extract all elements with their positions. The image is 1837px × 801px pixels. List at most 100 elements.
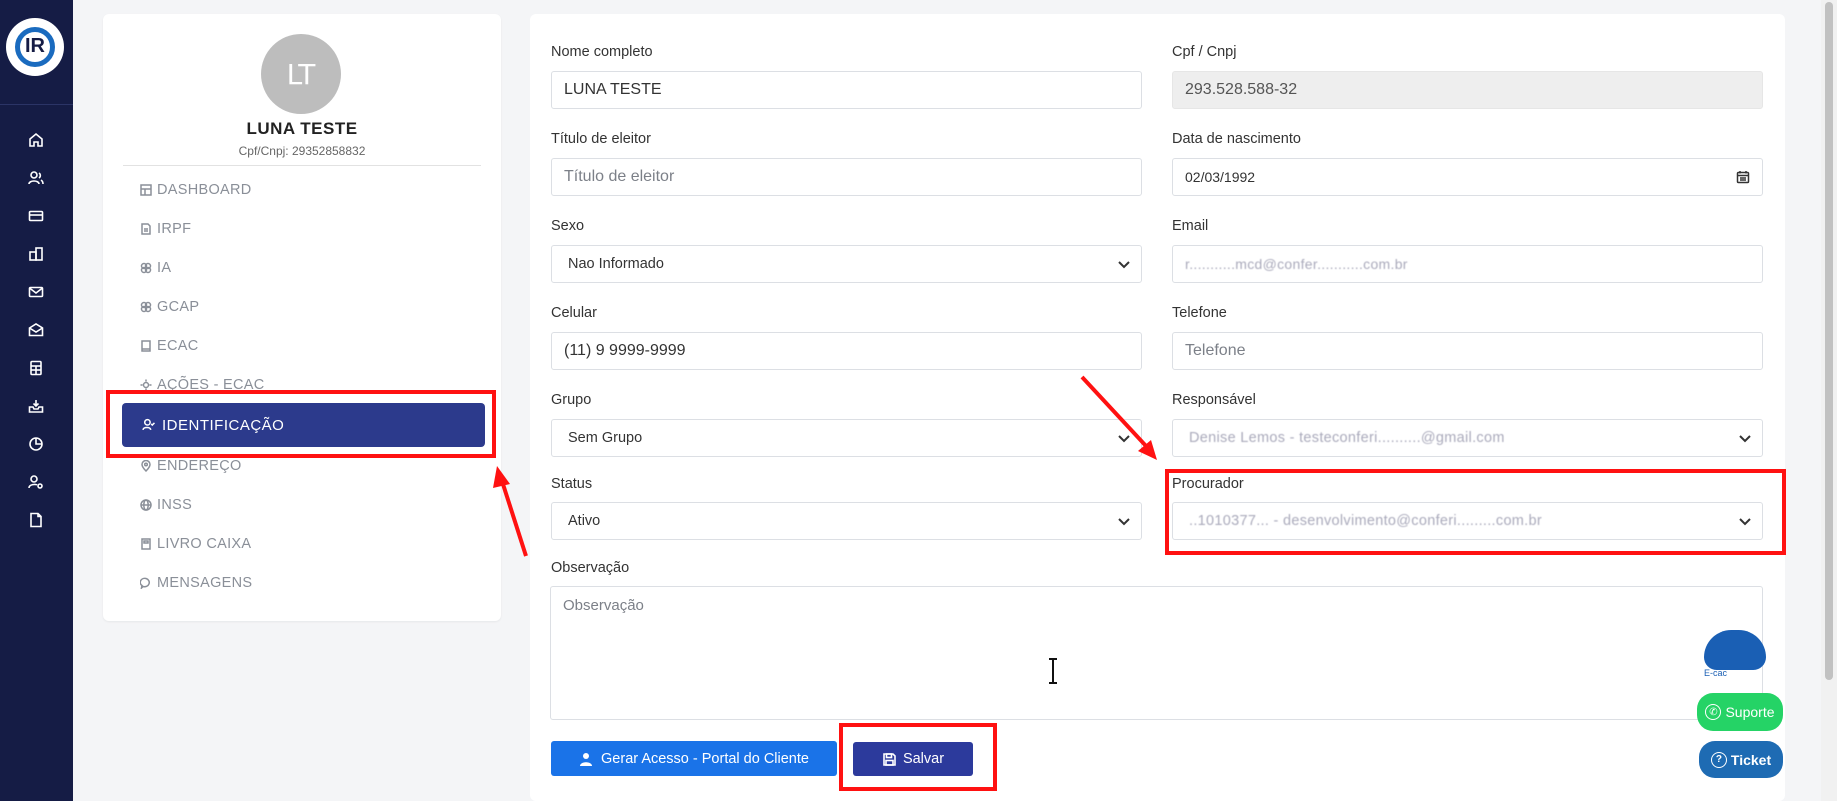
- nome-input[interactable]: LUNA TESTE: [551, 71, 1142, 109]
- cpf-value: 293.528.588-32: [1185, 81, 1298, 98]
- user-settings-icon[interactable]: [25, 472, 47, 492]
- cpf-input: 293.528.588-32: [1172, 71, 1763, 109]
- map-pin-icon: [140, 460, 152, 472]
- sexo-select[interactable]: Nao Informado: [551, 245, 1142, 283]
- highlight-identificacao: [106, 390, 496, 458]
- status-label: Status: [551, 476, 593, 492]
- calendar-icon[interactable]: [1736, 170, 1750, 184]
- card-icon[interactable]: [25, 206, 47, 226]
- ledger-icon: [140, 538, 152, 550]
- telefone-label: Telefone: [1172, 305, 1227, 321]
- mail-icon[interactable]: [25, 282, 47, 302]
- responsavel-value: Denise Lemos - testeconferi..........@gm…: [1189, 430, 1505, 446]
- celular-value: (11) 9 9999-9999: [564, 342, 686, 359]
- arrow-to-identificacao: [500, 480, 528, 557]
- cloud-sync-icon: [1704, 630, 1766, 670]
- observacao-placeholder: Observação: [563, 597, 644, 614]
- cpf-label: Cpf / Cnpj: [1172, 44, 1237, 60]
- spreadsheet-icon[interactable]: [25, 358, 47, 378]
- nascimento-value: 02/03/1992: [1185, 169, 1256, 185]
- document-icon[interactable]: [25, 510, 47, 530]
- chevron-down-icon: [1117, 431, 1131, 445]
- email-label: Email: [1172, 218, 1209, 234]
- ticket-button[interactable]: ? Ticket: [1699, 741, 1783, 778]
- menu-item-label: IRPF: [157, 221, 192, 237]
- grupo-select[interactable]: Sem Grupo: [551, 419, 1142, 457]
- avatar: LT: [261, 34, 341, 114]
- observacao-textarea[interactable]: Observação: [550, 586, 1763, 720]
- profile-divider: [123, 165, 481, 166]
- brain-icon: [140, 301, 152, 313]
- dashboard-icon: [140, 184, 152, 196]
- menu-item-gcap[interactable]: GCAP: [140, 296, 199, 318]
- app-logo[interactable]: IR: [6, 18, 64, 76]
- menu-item-label: DASHBOARD: [157, 182, 252, 198]
- logo-text: IR: [25, 35, 45, 57]
- suporte-button[interactable]: ✆ Suporte: [1697, 693, 1783, 731]
- menu-item-label: LIVRO CAIXA: [157, 536, 252, 552]
- menu-item-ia[interactable]: IA: [140, 257, 171, 279]
- suporte-label: Suporte: [1725, 704, 1775, 720]
- menu-item-mensagens[interactable]: MENSAGENS: [140, 572, 252, 594]
- nome-value: LUNA TESTE: [564, 81, 662, 98]
- responsavel-label: Responsável: [1172, 392, 1256, 408]
- generate-portal-access-button[interactable]: Gerar Acesso - Portal do Cliente: [551, 741, 837, 776]
- sexo-value: Nao Informado: [568, 256, 664, 272]
- left-rail: IR: [0, 0, 73, 801]
- menu-item-label: ECAC: [157, 338, 199, 354]
- titulo-placeholder: Título de eleitor: [564, 168, 675, 185]
- menu-item-inss[interactable]: INSS: [140, 494, 192, 516]
- scrollbar-thumb[interactable]: [1825, 2, 1833, 680]
- home-icon[interactable]: [25, 130, 47, 150]
- ecac-widget[interactable]: E-cac: [1700, 626, 1770, 682]
- menu-item-dashboard[interactable]: DASHBOARD: [140, 179, 252, 201]
- user-icon: [580, 752, 593, 766]
- profile-document: Cpf/Cnpj: 29352858832: [238, 144, 366, 158]
- ticket-label: Ticket: [1730, 751, 1772, 768]
- menu-item-irpf[interactable]: IRPF: [140, 218, 191, 240]
- email-input[interactable]: r...........mcd@confer...........com.br: [1172, 245, 1763, 283]
- inbox-icon[interactable]: [25, 396, 47, 416]
- text-cursor-icon: [1049, 658, 1057, 684]
- brain-icon: [140, 262, 152, 274]
- profile-name: LUNA TESTE: [246, 119, 358, 138]
- chevron-down-icon: [1738, 431, 1752, 445]
- titulo-label: Título de eleitor: [551, 131, 651, 147]
- menu-item-ecac[interactable]: ECAC: [140, 335, 199, 357]
- nascimento-input[interactable]: 02/03/1992: [1172, 158, 1763, 196]
- users-icon[interactable]: [25, 168, 47, 188]
- titulo-input[interactable]: Título de eleitor: [551, 158, 1142, 196]
- responsavel-select[interactable]: Denise Lemos - testeconferi..........@gm…: [1172, 419, 1763, 457]
- observacao-label: Observação: [551, 560, 630, 576]
- celular-input[interactable]: (11) 9 9999-9999: [551, 332, 1142, 370]
- ecac-label: E-cac: [1704, 668, 1728, 678]
- building-icon[interactable]: [25, 244, 47, 264]
- menu-item-endereco[interactable]: ENDEREÇO: [140, 455, 242, 477]
- page-scrollbar[interactable]: [1821, 0, 1837, 801]
- email-value: r...........mcd@confer...........com.br: [1185, 256, 1408, 272]
- globe-icon: [140, 499, 152, 511]
- grupo-label: Grupo: [551, 392, 592, 408]
- menu-item-livro-caixa[interactable]: LIVRO CAIXA: [140, 533, 251, 555]
- sexo-label: Sexo: [551, 218, 585, 234]
- menu-item-label: IA: [157, 260, 172, 276]
- mail-open-icon[interactable]: [25, 320, 47, 340]
- file-icon: [140, 223, 152, 235]
- portal-button-label: Gerar Acesso - Portal do Cliente: [601, 750, 809, 767]
- book-icon: [140, 340, 152, 352]
- menu-item-label: ENDEREÇO: [157, 458, 242, 474]
- whatsapp-icon: ✆: [1705, 704, 1722, 720]
- menu-item-label: GCAP: [157, 299, 200, 315]
- status-select[interactable]: Ativo: [551, 502, 1142, 540]
- nascimento-label: Data de nascimento: [1172, 131, 1301, 147]
- rail-divider: [0, 104, 73, 105]
- telefone-input[interactable]: Telefone: [1172, 332, 1763, 370]
- profile-card: LT LUNA TESTE Cpf/Cnpj: 29352858832 DASH…: [103, 14, 501, 621]
- grupo-value: Sem Grupo: [568, 430, 643, 446]
- highlight-save: [839, 723, 997, 791]
- pie-chart-icon[interactable]: [25, 434, 47, 454]
- chevron-down-icon: [1117, 514, 1131, 528]
- help-icon: ?: [1710, 751, 1727, 768]
- menu-item-label: MENSAGENS: [157, 575, 253, 591]
- menu-item-label: INSS: [157, 497, 193, 513]
